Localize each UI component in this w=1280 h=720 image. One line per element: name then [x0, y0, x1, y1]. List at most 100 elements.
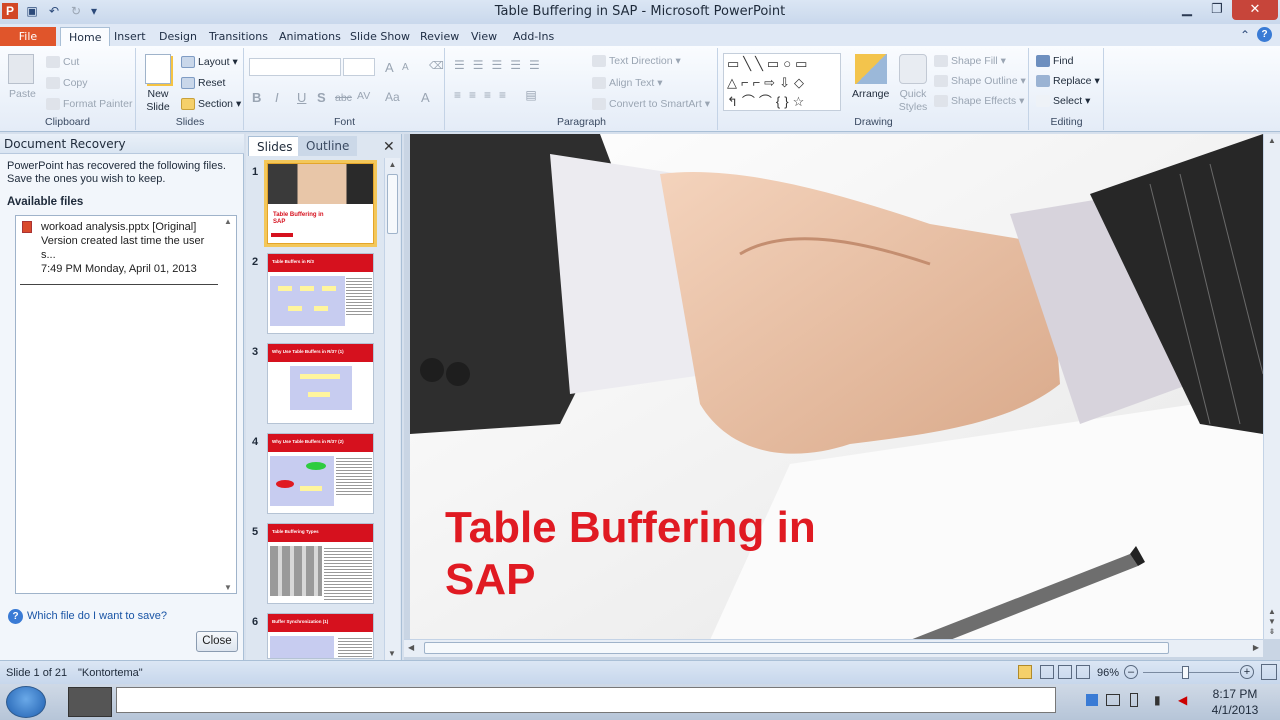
grow-font-button[interactable]: A	[385, 60, 394, 75]
tab-home[interactable]: Home	[60, 27, 111, 46]
change-case-button[interactable]: Aa	[385, 90, 400, 104]
volume-icon[interactable]: ◀	[1178, 693, 1187, 707]
recovery-close-button[interactable]: Close	[196, 631, 238, 652]
paragraph-label: Paragraph	[556, 116, 607, 128]
slides-scrollbar[interactable]: ▲ ▼	[384, 158, 400, 660]
slide-title[interactable]: Table Buffering in SAP	[445, 502, 816, 606]
close-window-button[interactable]: ✕	[1232, 0, 1278, 20]
reset-button[interactable]: Reset	[181, 77, 225, 90]
new-slide-icon[interactable]	[145, 54, 171, 84]
format-painter-button[interactable]: Format Painter	[46, 98, 132, 111]
paste-button[interactable]: Paste	[9, 88, 36, 100]
editor-horizontal-scrollbar[interactable]: ◀ ▶	[404, 639, 1263, 657]
reading-view-icon[interactable]	[1058, 665, 1072, 679]
font-color-button[interactable]: A	[421, 90, 430, 105]
font-group: A A ⌫ B I U S abc AV Aa A Font	[245, 48, 445, 130]
shrink-font-button[interactable]: A	[402, 62, 409, 73]
zoom-in-icon[interactable]: +	[1240, 665, 1254, 679]
slide-sorter-icon[interactable]	[1040, 665, 1054, 679]
tab-animations[interactable]: Animations	[271, 27, 349, 46]
network-icon[interactable]	[1106, 694, 1120, 706]
quick-styles-button[interactable]: Quick Styles	[895, 88, 931, 114]
help-link[interactable]: ? Which file do I want to save?	[8, 609, 167, 624]
slide-thumbnail-4[interactable]: Why Use Table Buffers in R/3? (2)	[267, 433, 374, 514]
shape-effects-button[interactable]: Shape Effects ▾	[934, 95, 1024, 108]
restore-button[interactable]: ❐	[1202, 0, 1232, 20]
tab-insert[interactable]: Insert	[106, 27, 154, 46]
current-slide[interactable]: Table Buffering in SAP	[410, 134, 1263, 640]
shape-outline-button[interactable]: Shape Outline ▾	[934, 75, 1026, 88]
find-button[interactable]: Find	[1036, 55, 1073, 68]
bold-button[interactable]: B	[252, 90, 261, 105]
zoom-out-icon[interactable]: –	[1124, 665, 1138, 679]
arrange-icon[interactable]	[855, 54, 887, 84]
slide-title-line-2: SAP	[445, 555, 536, 604]
tab-design[interactable]: Design	[151, 27, 205, 46]
cut-button[interactable]: Cut	[46, 56, 79, 69]
tab-outline[interactable]: Outline	[298, 136, 358, 156]
zoom-level[interactable]: 96%	[1097, 667, 1119, 679]
signal-icon[interactable]: ▮	[1154, 693, 1161, 707]
replace-button[interactable]: Replace ▾	[1036, 75, 1100, 88]
tab-file[interactable]: File	[0, 27, 56, 46]
recovered-file-item[interactable]: workoad analysis.pptx [Original] Version…	[20, 220, 218, 285]
scroll-thumb[interactable]	[387, 174, 398, 234]
zoom-slider-track[interactable]	[1143, 672, 1239, 673]
slide-thumbnail-1[interactable]: Table Buffering in SAP	[264, 160, 377, 247]
copy-button[interactable]: Copy	[46, 77, 88, 90]
window-title: Table Buffering in SAP - Microsoft Power…	[494, 4, 786, 19]
tab-slide-show[interactable]: Slide Show	[342, 27, 418, 46]
font-size-combo[interactable]	[343, 58, 375, 76]
font-name-combo[interactable]	[249, 58, 341, 76]
taskbar-app[interactable]	[68, 687, 112, 717]
strikethrough-button[interactable]: abc	[335, 92, 352, 104]
text-direction-button[interactable]: Text Direction ▾	[592, 55, 681, 68]
align-buttons[interactable]: ≡≡≡≡ ▤	[454, 88, 545, 102]
select-button[interactable]: Select ▾	[1036, 95, 1090, 108]
taskbar-textbox[interactable]	[116, 687, 1056, 713]
quick-styles-icon[interactable]	[899, 54, 927, 84]
tab-review[interactable]: Review	[412, 27, 467, 46]
minimize-button[interactable]: ▁	[1172, 0, 1202, 20]
tab-slides[interactable]: Slides	[248, 136, 302, 156]
align-text-button[interactable]: Align Text ▾	[592, 77, 663, 90]
underline-button[interactable]: U	[297, 90, 306, 105]
shapes-gallery[interactable]: ▭╲╲▭○▭ △⌐⌐⇨⇩◇ ↰⌒⌒{}☆	[723, 53, 841, 111]
slide-counter: Slide 1 of 21	[6, 667, 68, 679]
help-icon[interactable]: ?	[1257, 27, 1272, 42]
slide-thumbnail-2[interactable]: Table Buffers in R/3	[267, 253, 374, 334]
pane-close-icon[interactable]: ✕	[383, 138, 395, 155]
shadow-button[interactable]: S	[317, 90, 326, 105]
battery-icon[interactable]	[1130, 693, 1138, 707]
fit-to-window-icon[interactable]	[1261, 664, 1277, 680]
tray-icon[interactable]	[1086, 694, 1098, 706]
system-clock[interactable]: 8:17 PM 4/1/2013	[1200, 686, 1270, 718]
tab-view[interactable]: View	[463, 27, 505, 46]
new-slide-button[interactable]: New Slide	[144, 88, 172, 114]
binoculars-icon	[1036, 55, 1050, 68]
layout-button[interactable]: Layout ▾	[181, 56, 238, 69]
smartart-button[interactable]: Convert to SmartArt ▾	[592, 98, 710, 111]
slide-thumbnail-6[interactable]: Buffer Synchronization (1)	[267, 613, 374, 659]
tab-transitions[interactable]: Transitions	[201, 27, 276, 46]
start-button[interactable]	[6, 686, 46, 718]
slide-number: 4	[252, 436, 259, 448]
clear-format-icon[interactable]: ⌫	[429, 60, 444, 72]
italic-button[interactable]: I	[275, 90, 279, 105]
tab-add-ins[interactable]: Add-Ins	[505, 27, 562, 46]
editor-vertical-scrollbar[interactable]: ▲ ▲ ▼ ⇟	[1263, 134, 1280, 639]
minimize-ribbon-icon[interactable]: ⌃	[1240, 28, 1250, 42]
slide-thumbnail-5[interactable]: Table Buffering Types	[267, 523, 374, 604]
list-scrollbar[interactable]: ▲ ▼	[221, 217, 235, 592]
zoom-slider-thumb[interactable]	[1182, 666, 1189, 679]
paste-icon[interactable]	[8, 54, 34, 84]
char-spacing-button[interactable]: AV	[357, 90, 370, 102]
h-scroll-thumb[interactable]	[424, 642, 1169, 654]
arrange-button[interactable]: Arrange	[852, 88, 889, 100]
section-button[interactable]: Section ▾	[181, 98, 241, 111]
list-buttons[interactable]: ☰☰☰☰☰	[454, 58, 548, 72]
shape-fill-button[interactable]: Shape Fill ▾	[934, 55, 1006, 68]
normal-view-icon[interactable]	[1018, 665, 1032, 679]
slideshow-view-icon[interactable]	[1076, 665, 1090, 679]
slide-thumbnail-3[interactable]: Why Use Table Buffers in R/3? (1)	[267, 343, 374, 424]
